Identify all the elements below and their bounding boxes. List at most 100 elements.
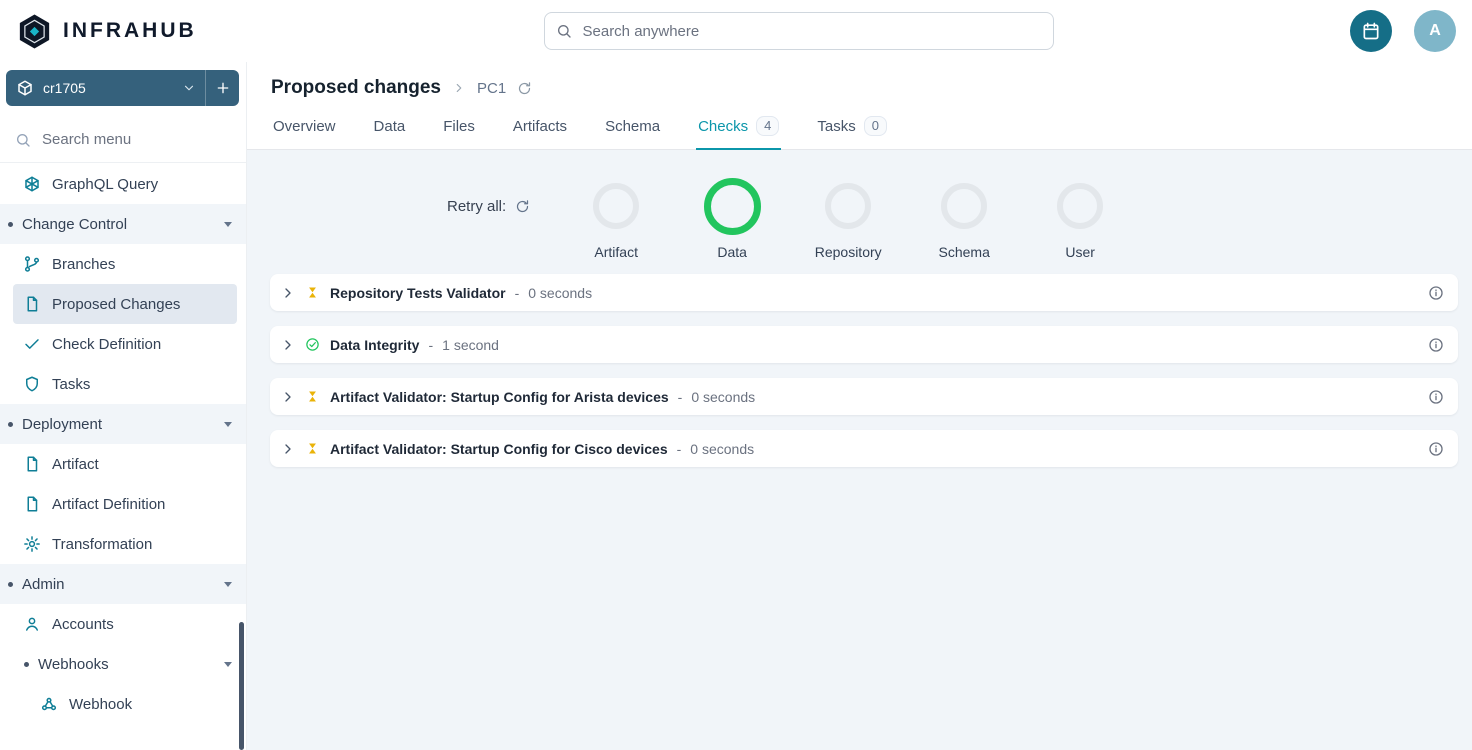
tab-data[interactable]: Data (372, 116, 408, 150)
validator-ring-user[interactable] (1057, 183, 1103, 229)
info-icon[interactable] (1428, 285, 1444, 301)
validator-user: User (1022, 178, 1138, 260)
breadcrumb: Proposed changes PC1 (271, 77, 1448, 99)
sidebar-group-change-control[interactable]: Change Control (0, 204, 246, 244)
sidebar-item-check-definition[interactable]: Check Definition (13, 324, 237, 364)
create-branch-button[interactable] (205, 70, 239, 106)
avatar[interactable]: A (1414, 10, 1456, 52)
global-search-input[interactable] (544, 12, 1054, 50)
tab-checks[interactable]: Checks 4 (696, 116, 781, 150)
file-icon (23, 455, 41, 473)
graphql-icon (23, 175, 41, 193)
page-title[interactable]: Proposed changes (271, 77, 441, 99)
checks-panel: Retry all: Artifact Data Repository (247, 150, 1472, 750)
sidebar-item-tasks[interactable]: Tasks (13, 364, 237, 404)
bullet-icon (8, 582, 13, 587)
top-bar: INFRAHUB A (0, 0, 1472, 62)
check-duration: 0 seconds (690, 441, 754, 457)
app-logo-text: INFRAHUB (63, 19, 197, 43)
info-icon[interactable] (1428, 441, 1444, 457)
validator-rings: Artifact Data Repository Schema (558, 178, 1138, 260)
check-row-repository-tests-validator[interactable]: Repository Tests Validator - 0 seconds (270, 274, 1458, 311)
person-icon (23, 615, 41, 633)
menu-search-input[interactable] (40, 130, 210, 149)
sidebar-group-deployment[interactable]: Deployment (0, 404, 246, 444)
validator-ring-repository[interactable] (825, 183, 871, 229)
validator-repository: Repository (790, 178, 906, 260)
branch-selector[interactable]: cr1705 (6, 70, 239, 106)
check-row-artifact-validator-arista[interactable]: Artifact Validator: Startup Config for A… (270, 378, 1458, 415)
sidebar-item-label: Accounts (52, 616, 114, 633)
tab-label: Data (374, 118, 406, 135)
validator-ring-data[interactable] (704, 178, 761, 235)
chevron-right-icon[interactable] (280, 285, 296, 301)
sidebar-group-label: Admin (22, 576, 224, 593)
sidebar-item-label: Transformation (52, 536, 152, 553)
top-actions: A (1350, 10, 1472, 52)
schedule-button[interactable] (1350, 10, 1392, 52)
validator-ring-artifact[interactable] (593, 183, 639, 229)
check-icon (23, 335, 41, 353)
validator-schema: Schema (906, 178, 1022, 260)
sidebar-scrollbar[interactable] (239, 622, 244, 750)
sidebar-item-graphql-query[interactable]: GraphQL Query (13, 164, 237, 204)
retry-all: Retry all: (447, 178, 530, 234)
gear-icon (23, 535, 41, 553)
check-separator: - (678, 389, 683, 405)
chevron-right-icon[interactable] (280, 389, 296, 405)
sidebar-group-label: Webhooks (38, 656, 224, 673)
validator-artifact: Artifact (558, 178, 674, 260)
tab-bar: Overview Data Files Artifacts Schema Che… (271, 116, 1448, 149)
bullet-icon (8, 222, 13, 227)
validator-label: Data (717, 244, 747, 260)
search-icon (15, 132, 31, 148)
chevron-down-icon (224, 582, 232, 587)
validator-label: Artifact (594, 244, 638, 260)
check-row-artifact-validator-cisco[interactable]: Artifact Validator: Startup Config for C… (270, 430, 1458, 467)
sidebar-group-admin[interactable]: Admin (0, 564, 246, 604)
sidebar-item-artifact-definition[interactable]: Artifact Definition (13, 484, 237, 524)
sidebar-item-label: Artifact Definition (52, 496, 165, 513)
chevron-down-icon (224, 662, 232, 667)
tab-tasks[interactable]: Tasks 0 (815, 116, 889, 150)
check-duration: 0 seconds (691, 389, 755, 405)
main-content: Proposed changes PC1 Overview Data Files… (247, 62, 1472, 750)
refresh-icon[interactable] (517, 81, 532, 96)
info-icon[interactable] (1428, 389, 1444, 405)
webhook-icon (40, 695, 58, 713)
sidebar-item-transformation[interactable]: Transformation (13, 524, 237, 564)
tab-overview[interactable]: Overview (271, 116, 338, 150)
tab-artifacts[interactable]: Artifacts (511, 116, 569, 150)
tab-label: Schema (605, 118, 660, 135)
validator-label: User (1065, 244, 1095, 260)
check-title: Repository Tests Validator (330, 285, 506, 301)
app-logo[interactable]: INFRAHUB (0, 13, 247, 50)
check-separator: - (677, 441, 682, 457)
chevron-right-icon[interactable] (280, 441, 296, 457)
tab-label: Tasks (817, 118, 855, 135)
chevron-right-icon[interactable] (280, 337, 296, 353)
info-icon[interactable] (1428, 337, 1444, 353)
sidebar-item-proposed-changes[interactable]: Proposed Changes (13, 284, 237, 324)
sidebar-item-label: Check Definition (52, 336, 161, 353)
validator-ring-schema[interactable] (941, 183, 987, 229)
check-separator: - (515, 285, 520, 301)
tab-files[interactable]: Files (441, 116, 477, 150)
check-separator: - (428, 337, 433, 353)
chevron-down-icon (173, 81, 205, 95)
search-icon (556, 23, 572, 39)
check-title: Artifact Validator: Startup Config for C… (330, 441, 668, 457)
queued-status-icon (305, 441, 320, 456)
document-icon (23, 295, 41, 313)
sidebar-item-artifact[interactable]: Artifact (13, 444, 237, 484)
validators-row: Retry all: Artifact Data Repository (270, 178, 1458, 260)
sidebar-item-accounts[interactable]: Accounts (13, 604, 237, 644)
sidebar-group-webhooks[interactable]: Webhooks (0, 644, 246, 684)
sidebar-item-branches[interactable]: Branches (13, 244, 237, 284)
check-row-data-integrity[interactable]: Data Integrity - 1 second (270, 326, 1458, 363)
sidebar-item-label: Webhook (69, 696, 132, 713)
sidebar-item-webhook[interactable]: Webhook (13, 684, 237, 724)
tab-schema[interactable]: Schema (603, 116, 662, 150)
retry-all-refresh-icon[interactable] (515, 199, 530, 214)
bullet-icon (8, 422, 13, 427)
